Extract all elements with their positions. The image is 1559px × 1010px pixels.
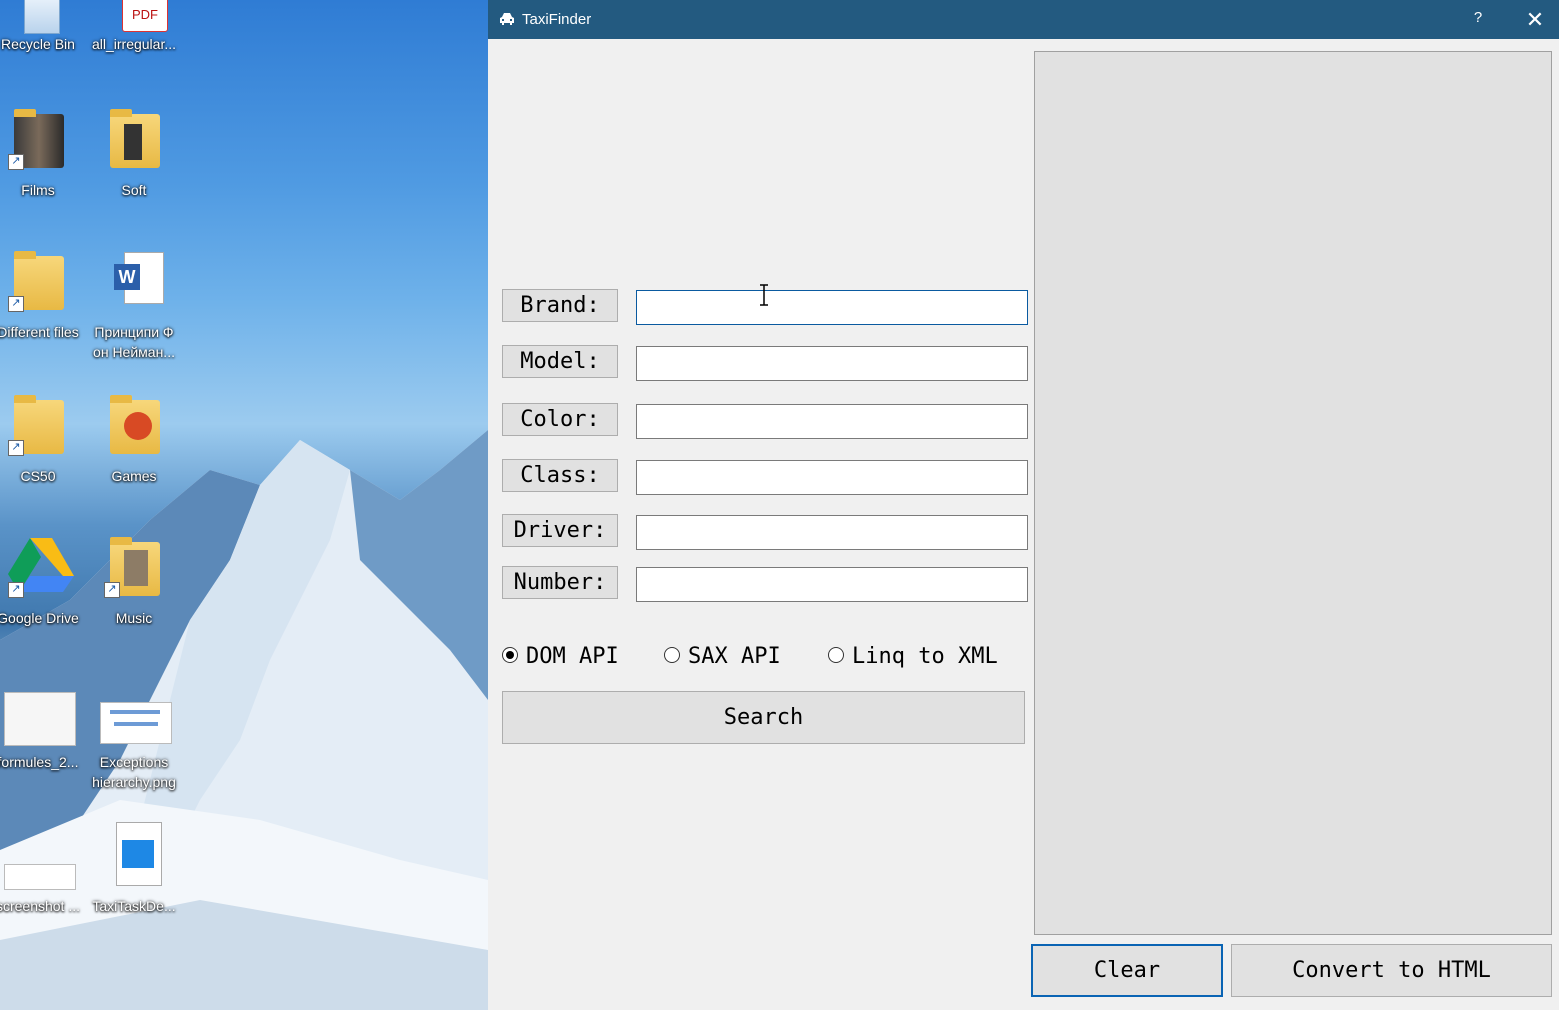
convert-to-html-button[interactable]: Convert to HTML — [1231, 944, 1552, 997]
desktop-icon-label: Music — [115, 610, 153, 626]
class-input[interactable] — [636, 460, 1028, 495]
window-title: TaxiFinder — [522, 11, 592, 28]
desktop-icon-soft[interactable]: Soft — [86, 108, 182, 198]
desktop-icon-exceptions[interactable]: Exceptions hierarchy.png — [86, 688, 182, 790]
radio-label: SAX API — [688, 644, 781, 669]
shortcut-arrow-icon: ↗ — [8, 440, 24, 456]
clear-button[interactable]: Clear — [1031, 944, 1223, 997]
driver-input[interactable] — [636, 515, 1028, 550]
desktop-icon-label: all_irregular... — [91, 36, 177, 52]
radio-sax-api[interactable]: SAX API — [664, 642, 781, 672]
shortcut-arrow-icon: ↗ — [104, 582, 120, 598]
title-bar[interactable]: TaxiFinder ? ✕ — [488, 0, 1559, 39]
color-label: Color: — [502, 403, 618, 436]
brand-label: Brand: — [502, 289, 618, 322]
radio-dom-api[interactable]: DOM API — [502, 642, 619, 672]
desktop-icon-label: Recycle Bin — [1, 36, 75, 52]
model-input[interactable] — [636, 346, 1028, 381]
number-label: Number: — [502, 566, 618, 599]
folder-icon: ↗ — [8, 394, 68, 456]
desktop-icon-recycle-bin[interactable]: Recycle Bin — [0, 0, 86, 62]
desktop-icon-cs50[interactable]: ↗ CS50 — [0, 394, 86, 484]
image-file-icon — [4, 832, 76, 894]
folder-icon — [104, 108, 164, 170]
desktop-icon-music[interactable]: ↗ Music — [86, 536, 182, 626]
desktop-icon-different-files[interactable]: ↗ Different files — [0, 250, 86, 340]
desktop-icon-label: Принципи Ф он Нейман... — [93, 324, 175, 360]
desktop-icon-pdf[interactable]: PDF all_irregular... — [86, 0, 182, 62]
text-cursor-icon — [760, 284, 768, 306]
radio-unselected-icon — [664, 647, 680, 663]
desktop-icon-label: TaxiTaskDe... — [92, 898, 176, 914]
desktop-icon-label: CS50 — [20, 468, 56, 484]
close-button[interactable]: ✕ — [1520, 7, 1550, 33]
help-button[interactable]: ? — [1463, 9, 1493, 31]
results-panel[interactable] — [1034, 51, 1552, 935]
word-document-icon: W — [104, 250, 164, 312]
model-label: Model: — [502, 345, 618, 378]
desktop-icon-label: screenshot ... — [0, 898, 81, 914]
desktop-icon-games[interactable]: Games — [86, 394, 182, 484]
folder-icon: ↗ — [104, 536, 164, 598]
number-input[interactable] — [636, 567, 1028, 602]
shortcut-arrow-icon: ↗ — [8, 154, 24, 170]
desktop-background: Recycle Bin PDF all_irregular... ↗ Films… — [0, 0, 488, 1010]
desktop-icon-films[interactable]: ↗ Films — [0, 108, 86, 198]
radio-label: Linq to XML — [852, 644, 998, 669]
radio-label: DOM API — [526, 644, 619, 669]
desktop-icon-formules[interactable]: formules_2... — [0, 688, 86, 770]
image-file-icon — [4, 688, 76, 750]
desktop-icon-label: Games — [111, 468, 157, 484]
desktop-icon-word-doc[interactable]: W Принципи Ф он Нейман... — [86, 250, 182, 360]
taxifinder-window: TaxiFinder ? ✕ Brand: Model: Color: Clas… — [488, 0, 1559, 1010]
desktop-icon-taxitask[interactable]: TaxiTaskDe... — [86, 820, 182, 914]
shortcut-arrow-icon: ↗ — [8, 296, 24, 312]
color-input[interactable] — [636, 404, 1028, 439]
desktop-icon-label: Google Drive — [0, 610, 79, 626]
radio-linq-to-xml[interactable]: Linq to XML — [828, 642, 998, 672]
brand-input[interactable] — [636, 290, 1028, 325]
desktop-icon-google-drive[interactable]: ↗ Google Drive — [0, 536, 86, 626]
google-drive-icon: ↗ — [8, 536, 74, 598]
desktop-icon-label: Films — [21, 182, 55, 198]
folder-icon: ↗ — [8, 250, 68, 312]
radio-unselected-icon — [828, 647, 844, 663]
search-button[interactable]: Search — [502, 691, 1025, 744]
folder-icon: ↗ — [8, 108, 68, 170]
shortcut-arrow-icon: ↗ — [8, 582, 24, 598]
image-file-icon — [104, 820, 164, 886]
car-icon — [500, 13, 514, 25]
class-label: Class: — [502, 459, 618, 492]
radio-selected-icon — [502, 647, 518, 663]
driver-label: Driver: — [502, 514, 618, 547]
desktop-icon-label: formules_2... — [0, 754, 79, 770]
desktop-icon-label: Soft — [121, 182, 147, 198]
desktop-icon-label: Different files — [0, 324, 79, 340]
folder-icon — [104, 394, 164, 456]
image-file-icon — [100, 688, 172, 750]
desktop-icon-label: Exceptions hierarchy.png — [92, 754, 176, 790]
desktop-icon-screenshot[interactable]: screenshot ... — [0, 832, 86, 914]
